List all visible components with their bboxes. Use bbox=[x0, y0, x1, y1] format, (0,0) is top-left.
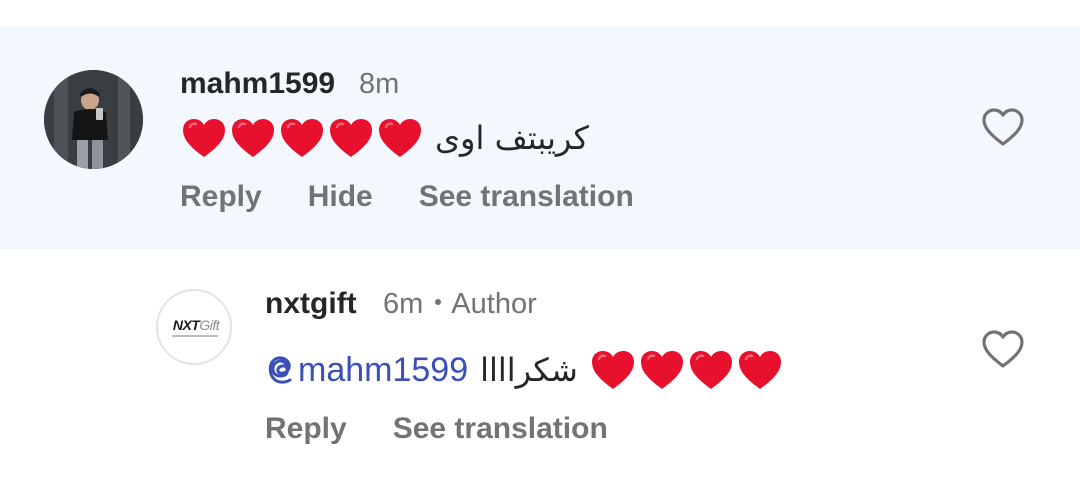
user-photo-icon bbox=[44, 70, 143, 169]
comment-username[interactable]: nxtgift bbox=[265, 287, 357, 321]
comment-actions: Reply See translation bbox=[265, 412, 608, 446]
heart-emoji-group bbox=[590, 349, 783, 391]
reply-button[interactable]: Reply bbox=[180, 180, 262, 214]
comment-body: كريبتف اوى bbox=[181, 117, 589, 159]
see-translation-button[interactable]: See translation bbox=[393, 412, 608, 446]
comment-body: mahm1599 شكراااا bbox=[266, 349, 783, 391]
heart-emoji bbox=[183, 119, 225, 157]
comment-item: mahm1599 8m كريبتف اوى Reply Hide See tr… bbox=[0, 27, 1080, 249]
heart-outline-icon[interactable] bbox=[981, 329, 1025, 369]
heart-emoji bbox=[591, 351, 634, 389]
reply-button[interactable]: Reply bbox=[265, 412, 347, 446]
comment-text: شكراااا bbox=[480, 351, 578, 389]
reply-comment-item: NXTGift nxtgift 6m Author mahm1599 شكرااا… bbox=[0, 249, 1080, 492]
see-translation-button[interactable]: See translation bbox=[419, 180, 634, 214]
comment-time: 8m bbox=[359, 68, 400, 100]
heart-emoji-group bbox=[181, 117, 423, 159]
threads-at-icon bbox=[268, 356, 292, 384]
author-label: Author bbox=[451, 288, 537, 320]
separator-dot bbox=[435, 299, 442, 306]
heart-outline-icon[interactable] bbox=[981, 107, 1025, 147]
heart-emoji bbox=[689, 351, 732, 389]
heart-emoji bbox=[281, 119, 323, 157]
top-spacer bbox=[0, 0, 1080, 27]
heart-emoji bbox=[330, 119, 372, 157]
hide-button[interactable]: Hide bbox=[308, 180, 373, 214]
avatar[interactable] bbox=[44, 70, 143, 169]
heart-emoji bbox=[379, 119, 421, 157]
heart-emoji bbox=[738, 351, 781, 389]
comment-actions: Reply Hide See translation bbox=[180, 180, 634, 214]
mention-username[interactable]: mahm1599 bbox=[298, 351, 468, 390]
heart-emoji bbox=[640, 351, 683, 389]
comment-meta: 6m Author bbox=[383, 288, 537, 321]
brand-logo: NXTGift bbox=[172, 317, 220, 333]
logo-tagline-line bbox=[172, 335, 218, 337]
comment-time: 6m bbox=[383, 288, 424, 320]
comment-text: كريبتف اوى bbox=[435, 119, 589, 157]
avatar[interactable]: NXTGift bbox=[156, 289, 232, 365]
comment-username[interactable]: mahm1599 bbox=[180, 67, 335, 101]
heart-emoji bbox=[232, 119, 274, 157]
mention-link[interactable]: mahm1599 bbox=[266, 351, 468, 390]
